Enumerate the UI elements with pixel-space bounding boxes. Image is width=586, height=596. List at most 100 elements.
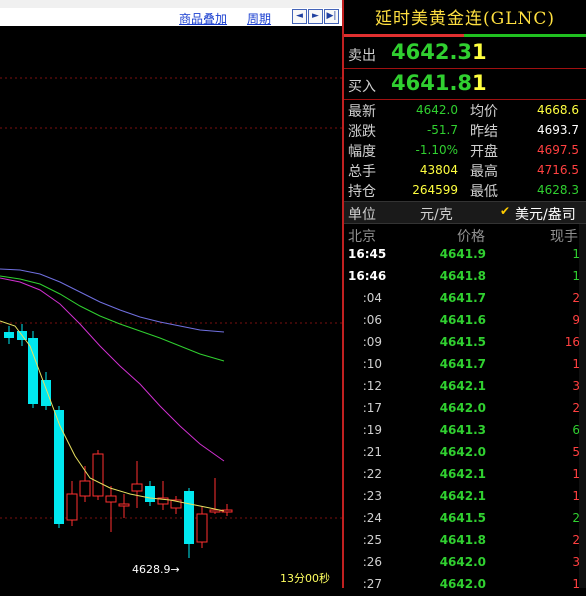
stat-value: 4716.5 xyxy=(537,163,579,177)
tick-header-price: 价格 xyxy=(457,229,485,245)
tick-header-time: 北京 xyxy=(348,229,376,245)
bar-countdown: 13分00秒 xyxy=(280,571,330,585)
stat-label: 持仓 xyxy=(348,184,376,200)
tick-row: 16:46 4641.8 1 xyxy=(344,266,586,288)
tick-row: :12 4642.1 3 xyxy=(344,376,586,398)
tick-price: 4641.3 xyxy=(439,423,486,437)
stat-label: 均价 xyxy=(470,104,498,120)
stat-value: 43804 xyxy=(419,163,458,177)
tick-price: 4642.0 xyxy=(439,577,486,591)
tick-price: 4641.7 xyxy=(439,357,486,371)
tick-time: :26 xyxy=(362,555,382,569)
stat-row: 总手 43804 最高 4716.5 xyxy=(344,160,586,180)
tick-volume: 9 xyxy=(572,313,580,327)
tick-price: 4642.0 xyxy=(439,445,486,459)
candle-body-down xyxy=(28,338,38,404)
tick-time: :12 xyxy=(362,379,382,393)
tick-price: 4641.7 xyxy=(439,291,486,305)
tick-price: 4642.1 xyxy=(439,489,486,503)
tick-time: :24 xyxy=(362,511,382,525)
period-link[interactable]: 周期 xyxy=(247,10,271,27)
stat-label: 最新 xyxy=(348,104,376,120)
unit-option-usd-per-ounce[interactable]: 美元/盎司 xyxy=(515,204,576,224)
candle-body-down xyxy=(54,410,64,524)
candles xyxy=(4,324,233,558)
tick-volume: 5 xyxy=(572,445,580,459)
candle-body-up xyxy=(196,513,208,543)
candlestick-chart[interactable]: 4628.9→ 13分00秒 xyxy=(0,26,342,588)
stat-row: 持仓 264599 最低 4628.3 xyxy=(344,180,586,200)
tick-volume: 1 xyxy=(572,467,580,481)
tick-volume: 1 xyxy=(572,489,580,503)
tick-scrollbar[interactable] xyxy=(579,224,586,588)
unit-selector[interactable]: 单位 元/克 ✔ 美元/盎司 xyxy=(344,201,586,224)
skip-end-icon[interactable]: ▶| xyxy=(324,9,339,24)
stat-label: 涨跌 xyxy=(348,124,376,140)
tick-time: :04 xyxy=(362,291,382,305)
tick-row: :25 4641.8 2 xyxy=(344,530,586,552)
buy-volume: 1 xyxy=(472,71,487,95)
stat-label: 最低 xyxy=(470,184,498,200)
tick-price: 4642.0 xyxy=(439,555,486,569)
quote-panel: 延时美黄金连(GLNC) 卖出 4642.3 1 买入 4641.8 1 最新 4… xyxy=(344,0,586,591)
tick-volume: 2 xyxy=(572,401,580,415)
stat-row: 最新 4642.0 均价 4668.6 xyxy=(344,100,586,120)
tick-volume: 1 xyxy=(572,247,580,261)
stat-value: 4697.5 xyxy=(537,143,579,157)
arrow-left-icon[interactable]: ◄ xyxy=(292,9,307,24)
sell-label: 卖出 xyxy=(348,48,376,64)
tick-volume: 16 xyxy=(564,335,580,349)
tick-price: 4641.5 xyxy=(439,335,486,349)
tick-row: :26 4642.0 3 xyxy=(344,552,586,574)
stat-value: 264599 xyxy=(412,183,458,197)
stat-row: 涨跌 -51.7 昨结 4693.7 xyxy=(344,120,586,140)
tick-row: :06 4641.6 9 xyxy=(344,310,586,332)
tick-price: 4642.1 xyxy=(439,467,486,481)
tick-price: 4641.6 xyxy=(439,313,486,327)
title-underline-green xyxy=(464,34,586,37)
tick-volume: 6 xyxy=(572,423,580,437)
tick-row: :10 4641.7 1 xyxy=(344,354,586,376)
stat-label: 幅度 xyxy=(348,144,376,160)
sell-row[interactable]: 卖出 4642.3 1 xyxy=(344,38,586,69)
tick-row: :21 4642.0 5 xyxy=(344,442,586,464)
stat-row: 幅度 -1.10% 开盘 4697.5 xyxy=(344,140,586,160)
tick-time: :25 xyxy=(362,533,382,547)
stat-value: -51.7 xyxy=(426,123,458,137)
tick-volume: 2 xyxy=(572,511,580,525)
sell-price: 4642.3 xyxy=(391,40,473,64)
candle-body-down xyxy=(41,380,51,406)
candle-body-down xyxy=(145,486,155,502)
tick-price: 4641.8 xyxy=(439,269,486,283)
unit-option-yuan-per-gram[interactable]: 元/克 xyxy=(420,204,453,224)
tick-price: 4641.5 xyxy=(439,511,486,525)
arrow-right-icon[interactable]: ► xyxy=(308,9,323,24)
tick-row: 16:45 4641.9 1 xyxy=(344,244,586,266)
tick-volume: 2 xyxy=(572,291,580,305)
tick-price: 4642.0 xyxy=(439,401,486,415)
stat-value: -1.10% xyxy=(415,143,458,157)
tick-volume: 2 xyxy=(572,533,580,547)
tick-row: :22 4642.1 1 xyxy=(344,464,586,486)
candle-body-down xyxy=(184,491,194,544)
tick-volume: 1 xyxy=(572,269,580,283)
chart-canvas: 4628.9→ 13分00秒 xyxy=(0,77,342,585)
stat-value: 4668.6 xyxy=(537,103,579,117)
stat-label: 总手 xyxy=(348,164,376,180)
buy-row[interactable]: 买入 4641.8 1 xyxy=(344,69,586,100)
candle-body-down xyxy=(4,332,14,338)
tick-time: :27 xyxy=(362,577,382,591)
stat-label: 昨结 xyxy=(470,124,498,140)
tick-time: 16:45 xyxy=(348,247,387,261)
candle-body-up xyxy=(92,453,104,497)
tick-time: :09 xyxy=(362,335,382,349)
tick-time: :23 xyxy=(362,489,382,503)
stat-label: 最高 xyxy=(470,164,498,180)
title-underline-red xyxy=(344,34,464,37)
tick-time: :22 xyxy=(362,467,382,481)
buy-price: 4641.8 xyxy=(391,71,473,95)
candle-body-up xyxy=(79,480,91,497)
tick-price: 4641.9 xyxy=(439,247,486,261)
overlay-commodity-link[interactable]: 商品叠加 xyxy=(179,10,227,27)
tick-time: 16:46 xyxy=(348,269,387,283)
